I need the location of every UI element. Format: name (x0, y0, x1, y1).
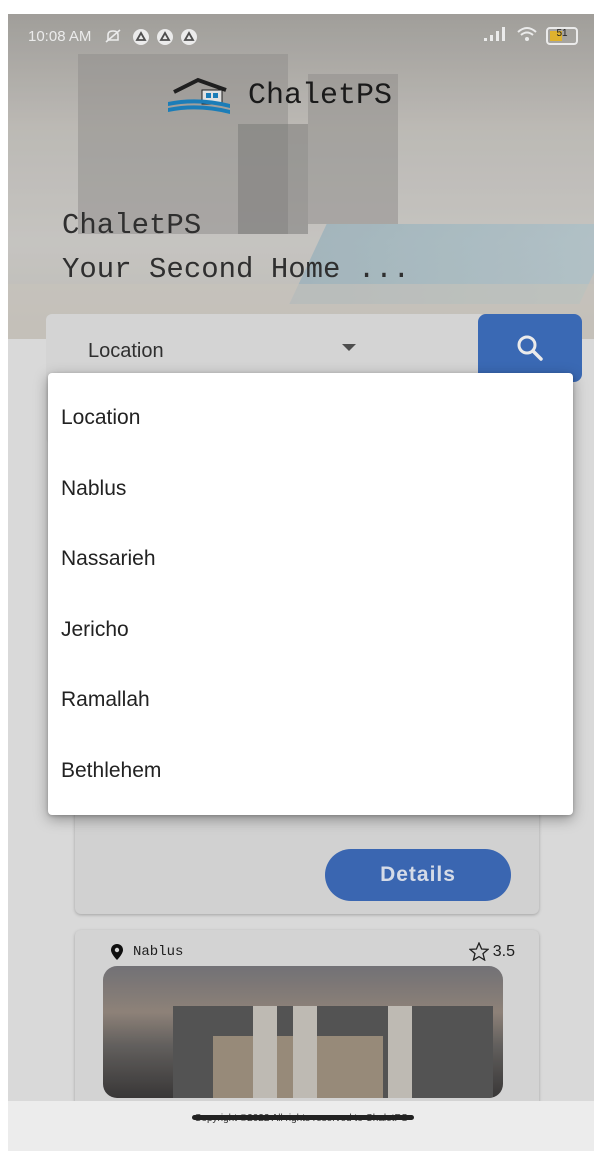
location-dropdown-menu: Location Nablus Nassarieh Jericho Ramall… (48, 373, 573, 815)
app-screen: 10:08 AM 51 ChaletPS ChaletPS Your Secon… (8, 14, 594, 1151)
dropdown-option-jericho[interactable]: Jericho (48, 595, 573, 666)
footer: Copyright ©2022 All rights reserved to C… (8, 1101, 594, 1151)
dropdown-option-bethlehem[interactable]: Bethlehem (48, 736, 573, 807)
dropdown-option-nablus[interactable]: Nablus (48, 454, 573, 525)
dropdown-option-ramallah[interactable]: Ramallah (48, 665, 573, 736)
home-indicator[interactable] (192, 1115, 414, 1120)
dropdown-option-location[interactable]: Location (48, 383, 573, 454)
dropdown-option-nassarieh[interactable]: Nassarieh (48, 524, 573, 595)
